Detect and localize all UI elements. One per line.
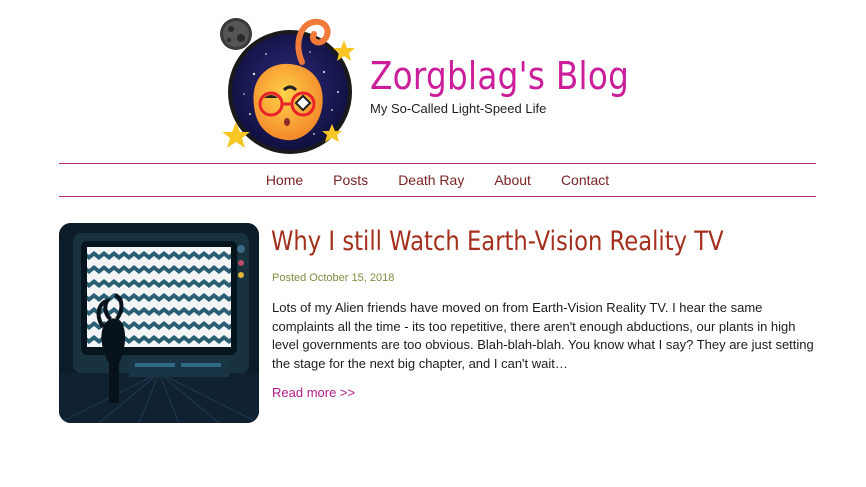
post-title[interactable]: Why I still Watch Earth-Vision Reality T… bbox=[271, 224, 724, 260]
nav-item-death-ray[interactable]: Death Ray bbox=[383, 164, 479, 196]
nav-item-about[interactable]: About bbox=[479, 164, 546, 196]
nav-item-posts[interactable]: Posts bbox=[318, 164, 383, 196]
main-nav: Home Posts Death Ray About Contact bbox=[59, 164, 816, 196]
page: Zorgblag's Blog My So-Called Light-Speed… bbox=[0, 0, 866, 487]
alien-logo-icon[interactable] bbox=[214, 14, 364, 156]
alien-watching-tv-icon bbox=[59, 223, 259, 423]
post-date: Posted October 15, 2018 bbox=[272, 272, 395, 284]
read-more-link[interactable]: Read more >> bbox=[272, 384, 355, 402]
nav-item-home[interactable]: Home bbox=[251, 164, 318, 196]
post-thumbnail[interactable] bbox=[59, 223, 259, 423]
site-title[interactable]: Zorgblag's Blog bbox=[370, 52, 629, 100]
post-excerpt: Lots of my Alien friends have moved on f… bbox=[272, 300, 814, 371]
nav-bottom-divider bbox=[59, 196, 816, 197]
nav-item-contact[interactable]: Contact bbox=[546, 164, 624, 196]
site-tagline: My So-Called Light-Speed Life bbox=[370, 101, 547, 116]
